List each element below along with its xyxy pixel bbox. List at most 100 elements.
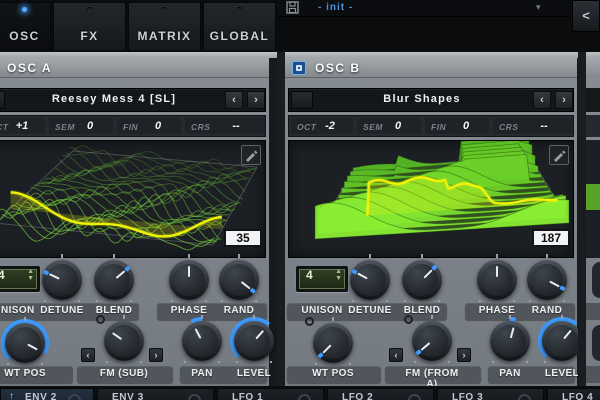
next-panel-edge bbox=[586, 58, 600, 386]
osc-b-panel: OSC B Blur Shapes ‹ › OCT -2 SEM 0 FIN 0 bbox=[285, 58, 578, 386]
blend-label: BLEND bbox=[95, 305, 133, 316]
tab-circle-icon[interactable] bbox=[518, 394, 531, 400]
level-label: LEVEL bbox=[544, 368, 578, 379]
preset-prev-button[interactable]: < bbox=[572, 0, 600, 32]
tab-global-label: GLOBAL bbox=[209, 29, 270, 43]
osc-a-blend-knob[interactable] bbox=[94, 254, 134, 302]
crs-label: CRS bbox=[191, 122, 211, 132]
panel-divider bbox=[277, 52, 285, 400]
oct-label: OCT bbox=[297, 122, 317, 132]
unison-value: 4 bbox=[306, 268, 313, 282]
osc-a-wtpos-knob[interactable] bbox=[1, 317, 49, 367]
fin-value: 0 bbox=[154, 120, 162, 132]
osc-a-panel: OSC A Reesey Mess 4 [SL] ‹ › OCT +1 SEM … bbox=[0, 58, 277, 386]
osc-a-wavetable-menu-button[interactable] bbox=[0, 91, 5, 109]
osc-a-rand-knob[interactable] bbox=[219, 254, 259, 302]
preset-name[interactable]: - init - bbox=[318, 2, 353, 13]
osc-a-fine-field[interactable]: FIN 0 bbox=[117, 118, 181, 134]
tab-circle-icon[interactable] bbox=[298, 394, 311, 400]
osc-a-wavetable-name[interactable]: Reesey Mess 4 [SL] bbox=[11, 93, 217, 105]
osc-a-coarse-field[interactable]: CRS -- bbox=[185, 118, 265, 134]
osc-a-edit-pencil-icon[interactable] bbox=[241, 145, 261, 165]
bottom-tab-lfo2[interactable]: LFO 2 bbox=[327, 388, 434, 400]
osc-a-phase-knob[interactable] bbox=[169, 254, 209, 302]
save-preset-icon[interactable] bbox=[286, 1, 299, 14]
osc-b-wavetable-name[interactable]: Blur Shapes bbox=[319, 93, 525, 105]
osc-a-header: OSC A bbox=[0, 58, 269, 78]
osc-b-edit-pencil-icon[interactable] bbox=[549, 145, 569, 165]
osc-a-wavetable-display[interactable]: 35 bbox=[0, 140, 266, 258]
osc-b-wavetable-next-button[interactable]: › bbox=[555, 91, 573, 109]
tab-fx[interactable]: FX bbox=[53, 2, 126, 50]
osc-a-wavetable-next-button[interactable]: › bbox=[247, 91, 265, 109]
wtpos-mod-ring-icon bbox=[305, 317, 314, 326]
osc-b-fm-next-button[interactable]: › bbox=[457, 348, 471, 362]
top-bar: OSC FX MATRIX GLOBAL - init - ▾ < bbox=[0, 0, 600, 52]
osc-b-wt-position-value[interactable]: 187 bbox=[532, 229, 570, 247]
oct-value: +1 bbox=[15, 120, 29, 132]
tab-circle-icon[interactable] bbox=[408, 394, 421, 400]
fm-mod-ring-icon bbox=[404, 315, 413, 324]
bottom-tab-lfo3[interactable]: LFO 3 bbox=[437, 388, 544, 400]
rand-label: RAND bbox=[531, 305, 563, 316]
bottom-tab-env2[interactable]: ↑ ENV 2 bbox=[0, 388, 94, 400]
osc-a-fm-knob[interactable] bbox=[104, 315, 144, 363]
osc-b-coarse-field[interactable]: CRS -- bbox=[493, 118, 573, 134]
osc-a-wavetable-selector[interactable]: Reesey Mess 4 [SL] ‹ › bbox=[0, 88, 266, 112]
preset-dropdown-icon[interactable]: ▾ bbox=[536, 2, 541, 13]
fin-label: FIN bbox=[431, 122, 447, 132]
osc-b-wavetable-selector[interactable]: Blur Shapes ‹ › bbox=[288, 88, 574, 112]
osc-b-fine-field[interactable]: FIN 0 bbox=[425, 118, 489, 134]
osc-a-level-knob[interactable] bbox=[230, 315, 277, 365]
bottom-tab-lfo4[interactable]: LFO 4 bbox=[547, 388, 600, 400]
tab-led bbox=[236, 7, 242, 12]
osc-a-fm-prev-button[interactable]: ‹ bbox=[81, 348, 95, 362]
panel-divider bbox=[578, 52, 586, 400]
osc-b-rand-knob[interactable] bbox=[527, 254, 567, 302]
osc-a-unison-stepper[interactable]: 4 ▲ ▼ bbox=[0, 266, 40, 292]
osc-b-wtpos-knob[interactable] bbox=[313, 317, 353, 365]
osc-a-octave-field[interactable]: OCT +1 bbox=[0, 118, 45, 134]
stepper-arrows-icon[interactable]: ▲ ▼ bbox=[27, 268, 34, 282]
osc-b-enable-checkbox[interactable] bbox=[292, 61, 306, 75]
crs-value: -- bbox=[540, 120, 548, 132]
osc-a-semitone-field[interactable]: SEM 0 bbox=[49, 118, 113, 134]
osc-b-wave-3d bbox=[314, 135, 570, 240]
tab-global[interactable]: GLOBAL bbox=[203, 2, 276, 50]
osc-b-fm-prev-button[interactable]: ‹ bbox=[389, 348, 403, 362]
rand-label: RAND bbox=[223, 305, 255, 316]
osc-b-wavetable-menu-button[interactable] bbox=[291, 91, 313, 109]
osc-b-phase-knob[interactable] bbox=[477, 254, 517, 302]
stepper-arrows-icon[interactable]: ▲ ▼ bbox=[335, 268, 342, 282]
osc-b-wavetable-prev-button[interactable]: ‹ bbox=[533, 91, 551, 109]
osc-b-fm-knob[interactable] bbox=[412, 315, 452, 363]
osc-a-detune-knob[interactable] bbox=[42, 254, 82, 302]
tab-circle-icon[interactable] bbox=[188, 394, 201, 400]
osc-b-level-knob[interactable] bbox=[538, 315, 578, 365]
osc-a-pan-knob[interactable] bbox=[178, 315, 226, 365]
bottom-tab-lfo1[interactable]: LFO 1 bbox=[217, 388, 324, 400]
level-label: LEVEL bbox=[236, 368, 272, 379]
unison-value: 4 bbox=[0, 268, 5, 282]
serum-plugin-window: OSC FX MATRIX GLOBAL - init - ▾ < OSC A … bbox=[0, 0, 600, 400]
osc-b-pan-knob[interactable] bbox=[486, 315, 534, 365]
osc-b-unison-stepper[interactable]: 4 ▲ ▼ bbox=[296, 266, 348, 292]
tab-osc[interactable]: OSC bbox=[0, 2, 51, 50]
osc-a-fm-next-button[interactable]: › bbox=[149, 348, 163, 362]
bottom-tab-env3[interactable]: ENV 3 bbox=[97, 388, 214, 400]
osc-b-blend-knob[interactable] bbox=[402, 254, 442, 302]
fm-label: FM (SUB) bbox=[99, 368, 149, 379]
osc-b-detune-knob[interactable] bbox=[350, 254, 390, 302]
osc-a-wavetable-prev-button[interactable]: ‹ bbox=[225, 91, 243, 109]
bottom-tab-strip: ↑ ENV 2 ENV 3 LFO 1 LFO 2 LFO 3 LFO 4 bbox=[0, 386, 600, 400]
crs-label: CRS bbox=[499, 122, 519, 132]
sem-value: 0 bbox=[86, 120, 94, 132]
tab-led bbox=[161, 7, 167, 12]
tab-matrix[interactable]: MATRIX bbox=[128, 2, 201, 50]
osc-a-wt-position-value[interactable]: 35 bbox=[224, 229, 262, 247]
osc-b-wavetable-display[interactable]: 187 bbox=[288, 135, 574, 258]
osc-b-octave-field[interactable]: OCT -2 bbox=[291, 118, 353, 134]
wtpos-label: WT POS bbox=[4, 368, 46, 379]
osc-b-semitone-field[interactable]: SEM 0 bbox=[357, 118, 421, 134]
tab-circle-icon[interactable] bbox=[68, 394, 81, 400]
